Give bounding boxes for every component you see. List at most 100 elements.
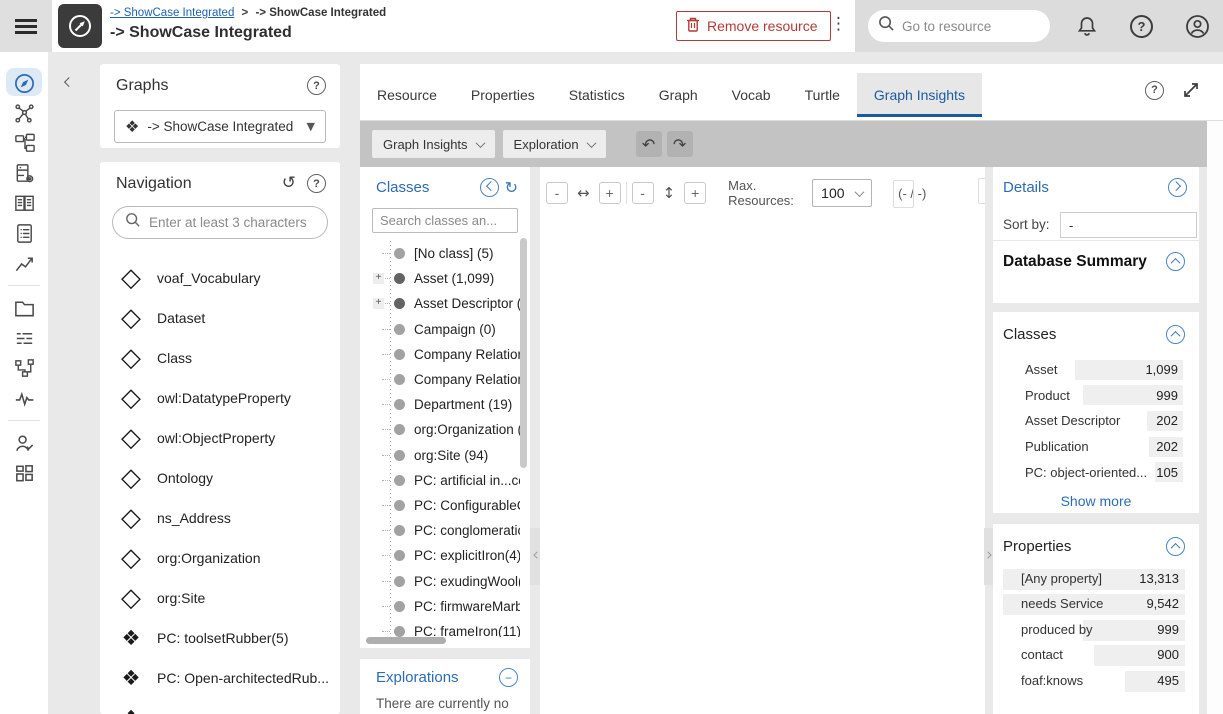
go-to-resource-search[interactable]	[868, 10, 1050, 42]
explorations-collapse-minus-icon[interactable]: −	[499, 668, 518, 687]
panel-collapse-chevron-icon[interactable]	[64, 74, 80, 90]
class-count-row[interactable]: Publication 202	[993, 434, 1199, 460]
rail-grid-icon[interactable]	[0, 458, 48, 488]
navigation-list-item[interactable]: Dataset	[100, 298, 340, 338]
show-more-link[interactable]: Show more	[993, 493, 1199, 509]
navigation-refresh-icon[interactable]: ↺	[282, 175, 296, 192]
rail-folder-icon[interactable]	[0, 293, 48, 323]
navigation-help-icon[interactable]: ?	[307, 174, 326, 193]
class-tree-row[interactable]: + PC: artificial in...ce	[360, 468, 520, 493]
breadcrumb-link[interactable]: -> ShowCase Integrated	[110, 7, 234, 19]
tree-expander-plus-icon[interactable]: +	[373, 273, 384, 284]
class-tree-row[interactable]: + PC: conglomeratio	[360, 518, 520, 543]
class-tree-row[interactable]: + PC: ConfigurableC	[360, 493, 520, 518]
rail-network-icon[interactable]	[0, 98, 48, 128]
rail-list-icon[interactable]	[0, 323, 48, 353]
navigation-list-item[interactable]: voaf_Vocabulary	[100, 258, 340, 298]
redo-button[interactable]: ↷	[667, 131, 693, 157]
class-tree-row[interactable]: + org:Organization (9	[360, 417, 520, 442]
graph-insights-menu-button[interactable]: Graph Insights	[372, 130, 495, 158]
classes-panel-collapse-handle[interactable]	[530, 528, 540, 585]
zoom-out-h-button[interactable]: -	[546, 182, 568, 204]
zoom-in-h-button[interactable]: +	[599, 182, 621, 204]
database-summary-collapse-icon[interactable]	[1166, 252, 1185, 271]
tab[interactable]: Resource	[360, 73, 454, 117]
graph-canvas[interactable]: - ↔ + - ↕ + Max. Resources: 100 (- / -)	[540, 167, 985, 714]
rail-book-icon[interactable]	[0, 188, 48, 218]
navigation-search-input[interactable]	[149, 215, 309, 230]
tree-expander-plus-icon[interactable]: +	[373, 298, 384, 309]
class-tree-row[interactable]: + PC: explicitIron(4)	[360, 543, 520, 568]
property-count-row[interactable]: contact 900	[1003, 643, 1185, 668]
class-count-row[interactable]: Product 999	[993, 383, 1199, 409]
rail-journal-icon[interactable]	[0, 218, 48, 248]
zoom-out-v-button[interactable]: -	[632, 182, 654, 204]
graphs-help-icon[interactable]: ?	[307, 76, 326, 95]
classes-horizontal-scrollbar[interactable]	[366, 637, 446, 644]
clipped-toolbar-button[interactable]	[978, 178, 985, 204]
navigation-list-item[interactable]: owl:DatatypeProperty	[100, 378, 340, 418]
classes-vertical-scrollbar[interactable]	[520, 238, 527, 468]
navigation-list-item[interactable]: org:Organization	[100, 538, 340, 578]
tab[interactable]: Vocab	[715, 73, 788, 117]
classes-search-input[interactable]	[380, 213, 510, 228]
navigation-list-item[interactable]: owl:ObjectProperty	[100, 418, 340, 458]
property-count-row[interactable]: foaf:knows 495	[1003, 669, 1185, 694]
fullscreen-expand-icon[interactable]	[1181, 80, 1201, 100]
class-count-row[interactable]: Asset 1,099	[993, 357, 1199, 383]
details-properties-collapse-icon[interactable]	[1166, 537, 1185, 556]
class-tree-row[interactable]: + PC: exudingWool(2	[360, 568, 520, 593]
navigation-list-item[interactable]: Class	[100, 338, 340, 378]
navigation-list-item[interactable]: Ontology	[100, 458, 340, 498]
class-tree-row[interactable]: + Company Relation	[360, 367, 520, 392]
more-options-kebab-icon[interactable]: ⋮	[830, 14, 844, 34]
help-icon[interactable]: ?	[1130, 15, 1154, 39]
property-count-row[interactable]: needs Service 9,542	[1003, 592, 1185, 617]
navigation-list-item[interactable]: org:Site	[100, 578, 340, 618]
tab[interactable]: Graph Insights	[857, 73, 982, 117]
navigation-list-item[interactable]: PC: Open-architectedRub...	[100, 658, 340, 698]
property-count-row[interactable]: produced by 999	[1003, 618, 1185, 643]
details-collapse-icon[interactable]	[1168, 178, 1187, 197]
class-tree-row[interactable]: + Company Relation	[360, 342, 520, 367]
class-tree-row[interactable]: + org:Site (94)	[360, 443, 520, 468]
tab[interactable]: Graph	[642, 73, 715, 117]
property-count-row[interactable]: [Any property] 13,313	[1003, 567, 1185, 592]
notifications-bell-icon[interactable]	[1075, 14, 1099, 38]
rail-user-check-icon[interactable]	[0, 428, 48, 458]
app-logo-compass-icon[interactable]	[58, 4, 102, 48]
class-tree-row[interactable]: + Asset (1,099)	[360, 266, 520, 291]
class-tree-row[interactable]: + Department (19)	[360, 392, 520, 417]
tab[interactable]: Statistics	[552, 73, 642, 117]
class-count-row[interactable]: PC: object-oriented... 105	[993, 459, 1199, 485]
max-resources-select[interactable]: 100	[812, 179, 872, 207]
graph-selector-dropdown[interactable]: ❖ -> ShowCase Integrated ▼	[114, 110, 326, 143]
class-tree-row[interactable]: + Campaign (0)	[360, 317, 520, 342]
navigation-list-item[interactable]: PC: toolsetRubber(5)	[100, 618, 340, 658]
tab[interactable]: Turtle	[788, 73, 857, 117]
rail-flow-icon[interactable]	[0, 353, 48, 383]
hamburger-menu-icon[interactable]	[15, 19, 37, 34]
account-icon[interactable]	[1185, 14, 1209, 38]
navigation-list-item[interactable]	[100, 698, 340, 714]
rail-line-chart-icon[interactable]	[0, 248, 48, 278]
tab-help-icon[interactable]: ?	[1145, 81, 1164, 100]
navigation-list-item[interactable]: ns_Address	[100, 498, 340, 538]
undo-button[interactable]: ↶	[636, 131, 662, 157]
exploration-menu-button[interactable]: Exploration	[503, 130, 606, 158]
classes-collapse-icon[interactable]	[480, 178, 499, 197]
rail-hierarchy-icon[interactable]	[0, 128, 48, 158]
rail-database-gear-icon[interactable]	[0, 158, 48, 188]
rail-pulse-icon[interactable]	[0, 383, 48, 413]
classes-search[interactable]	[372, 208, 518, 233]
class-count-row[interactable]: Asset Descriptor 202	[993, 408, 1199, 434]
go-to-resource-input[interactable]	[902, 19, 1032, 34]
tab[interactable]: Properties	[454, 73, 552, 117]
navigation-search[interactable]	[112, 206, 328, 239]
class-tree-row[interactable]: + PC: frameIron(11)	[360, 619, 520, 637]
class-tree-row[interactable]: + PC: firmwareMarbl	[360, 594, 520, 619]
remove-resource-button[interactable]: Remove resource	[676, 11, 831, 41]
class-tree-row[interactable]: + [No class] (5)	[360, 241, 520, 266]
classes-refresh-icon[interactable]: ↻	[505, 180, 518, 196]
class-tree-row[interactable]: + Asset Descriptor (2	[360, 291, 520, 316]
